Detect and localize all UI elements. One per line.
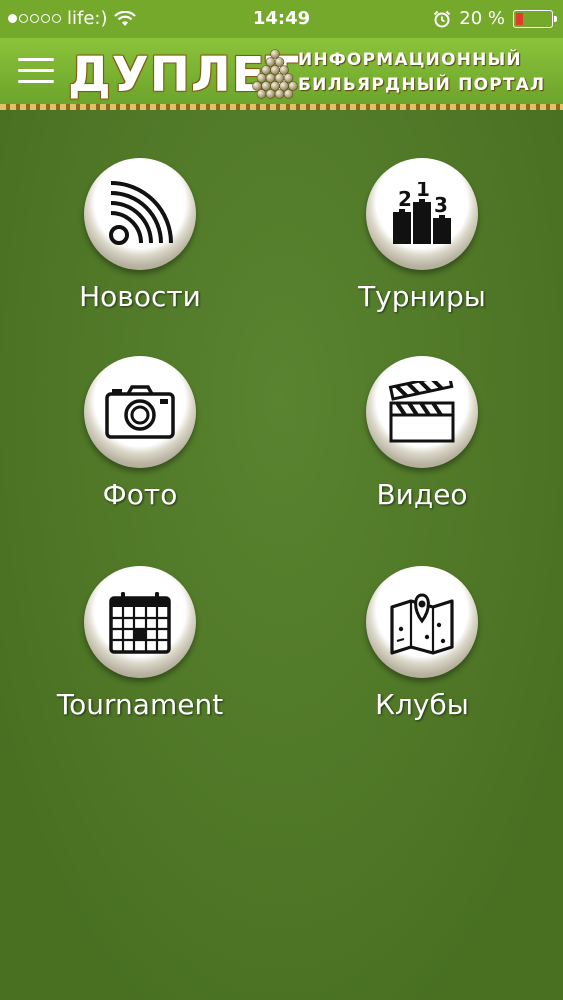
status-bar: life:) 14:49 20 % <box>0 0 563 38</box>
tile-tournaments-label: Турниры <box>358 280 486 313</box>
tile-video-circle[interactable] <box>366 356 478 468</box>
tile-news[interactable]: Новости <box>20 158 260 313</box>
tagline: ИНФОРМАЦИОННЫЙ БИЛЬЯРДНЫЙ ПОРТАЛ <box>298 48 545 98</box>
tile-tournaments-circle[interactable]: 2 1 3 <box>366 158 478 270</box>
rss-icon <box>109 181 173 245</box>
map-icon <box>390 593 454 655</box>
battery-group: 20 % <box>433 8 557 29</box>
app-header: ДУПЛЕТ ИНФОРМАЦИОННЫЙ БИЛЬЯРДНЫЙ ПОРТАЛ <box>0 38 563 110</box>
tile-photo-label: Фото <box>102 478 178 511</box>
camera-icon <box>105 385 175 439</box>
hamburger-icon[interactable] <box>18 58 54 88</box>
tile-video[interactable]: Видео <box>302 356 542 511</box>
tile-photo[interactable]: Фото <box>20 356 260 511</box>
alarm-icon <box>434 10 451 27</box>
tile-clubs-circle[interactable] <box>366 566 478 678</box>
billiard-balls-icon <box>252 49 298 99</box>
tile-calendar[interactable]: Tournament <box>20 566 260 721</box>
svg-text:2: 2 <box>398 187 412 211</box>
tile-news-label: Новости <box>79 280 201 313</box>
tile-news-circle[interactable] <box>84 158 196 270</box>
svg-text:1: 1 <box>416 182 430 201</box>
clapperboard-icon <box>388 381 455 443</box>
tile-calendar-label: Tournament <box>56 688 224 721</box>
tile-photo-circle[interactable] <box>84 356 196 468</box>
battery-icon <box>513 9 557 28</box>
tagline-line-1: ИНФОРМАЦИОННЫЙ <box>298 50 522 70</box>
tile-video-label: Видео <box>376 478 468 511</box>
battery-percent: 20 % <box>459 8 505 29</box>
podium-icon: 2 1 3 <box>393 182 451 244</box>
svg-text:3: 3 <box>434 193 448 217</box>
tile-clubs-label: Клубы <box>375 688 469 721</box>
tile-tournaments[interactable]: 2 1 3 Турниры <box>302 158 542 313</box>
tile-calendar-circle[interactable] <box>84 566 196 678</box>
calendar-icon <box>109 592 171 654</box>
tagline-line-2: БИЛЬЯРДНЫЙ ПОРТАЛ <box>298 75 546 95</box>
tile-clubs[interactable]: Клубы <box>302 566 542 721</box>
